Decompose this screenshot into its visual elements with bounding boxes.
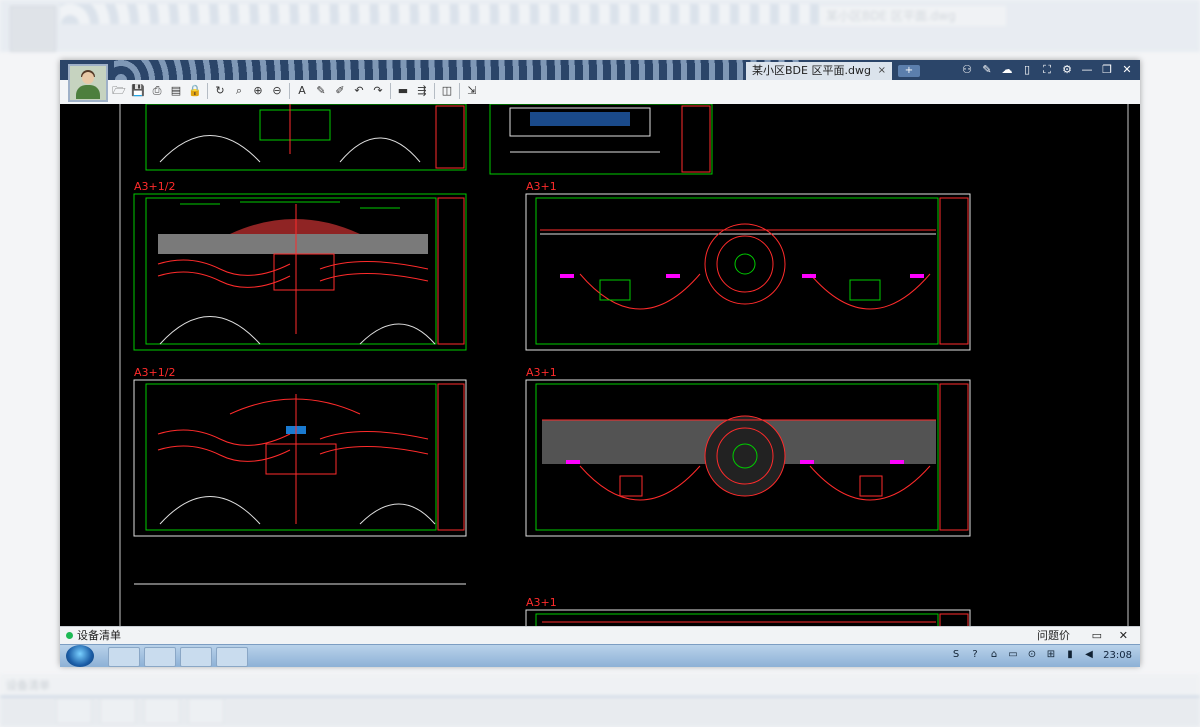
start-button[interactable] bbox=[66, 645, 94, 667]
network-icon[interactable]: ⌂ bbox=[987, 648, 1001, 662]
title-icons: ⚇ ✎ ☁ ▯ ⛶ ⚙ — ❐ ✕ bbox=[960, 62, 1134, 78]
layers-icon[interactable]: ◫ bbox=[440, 83, 454, 99]
chat-icon[interactable]: ☁ bbox=[1000, 62, 1014, 78]
taskbar-app-viewer[interactable] bbox=[216, 647, 248, 667]
taskbar-app-files[interactable] bbox=[144, 647, 176, 667]
edit-icon[interactable]: ✎ bbox=[980, 62, 994, 78]
chat-icon[interactable]: ▭ bbox=[1092, 627, 1102, 645]
measure-icon[interactable]: ▬ bbox=[396, 83, 410, 99]
redo-icon[interactable]: ↷ bbox=[371, 83, 385, 99]
sheet-row3-right bbox=[525, 609, 971, 626]
zoom-in-icon[interactable]: ⊕ bbox=[251, 83, 265, 99]
restore-icon[interactable]: ❐ bbox=[1100, 62, 1114, 78]
sheet-label-2: A3+1 bbox=[526, 180, 557, 193]
marker-icon[interactable]: ✐ bbox=[333, 83, 347, 99]
system-tray: S? ⌂ ▭ ⊙ ⊞ ▮ ◀ bbox=[949, 648, 1096, 662]
toolbar-separator bbox=[289, 83, 290, 99]
sheet-row1-right bbox=[525, 193, 971, 351]
taskbar-app-folder[interactable] bbox=[180, 647, 212, 667]
question-price-button[interactable]: 问题价 bbox=[1037, 627, 1070, 645]
taskbar: S? ⌂ ▭ ⊙ ⊞ ▮ ◀ 23:08 bbox=[60, 644, 1140, 667]
monitor-icon[interactable]: ▭ bbox=[1006, 648, 1020, 662]
undo-icon[interactable]: ↶ bbox=[352, 83, 366, 99]
bg-taskbar-button bbox=[188, 698, 224, 724]
sheet-label-5: A3+1 bbox=[526, 596, 557, 609]
toolbar-separator bbox=[434, 83, 435, 99]
dimension-icon[interactable]: ⇶ bbox=[415, 83, 429, 99]
title-bar: 某小区BDE 区平面.dwg × + ⚇ ✎ ☁ ▯ ⛶ ⚙ — ❐ ✕ bbox=[60, 60, 1140, 80]
bg-avatar bbox=[10, 6, 56, 52]
gear-icon[interactable]: ⚙ bbox=[1060, 62, 1074, 78]
close-icon[interactable]: ✕ bbox=[1120, 62, 1134, 78]
close-icon[interactable]: ✕ bbox=[1119, 627, 1128, 645]
sheet-row2-right bbox=[525, 379, 971, 537]
sogou-icon[interactable]: S bbox=[949, 648, 963, 662]
bg-taskbar-button bbox=[144, 698, 180, 724]
toolbar: 🗁 💾 ⎙ ▤ 🔒 ↻ ⌕ ⊕ ⊖ A ✎ ✐ ↶ ↷ ▬ ⇶ ◫ ⇲ bbox=[60, 80, 1140, 105]
phone-icon[interactable]: ▯ bbox=[1020, 62, 1034, 78]
toolbar-separator bbox=[459, 83, 460, 99]
rotate-icon[interactable]: ↻ bbox=[213, 83, 227, 99]
tab-close-icon[interactable]: × bbox=[878, 62, 886, 80]
toolbar-separator bbox=[390, 83, 391, 99]
text-icon[interactable]: A bbox=[295, 83, 309, 99]
add-tab-button[interactable]: + bbox=[898, 65, 920, 77]
status-dot-icon bbox=[66, 632, 73, 639]
export-icon[interactable]: ⇲ bbox=[465, 83, 479, 99]
pin-icon[interactable]: ⊞ bbox=[1044, 648, 1058, 662]
toolbar-separator bbox=[207, 83, 208, 99]
pdf-icon[interactable]: ▤ bbox=[169, 83, 183, 99]
help-icon[interactable]: ? bbox=[968, 648, 982, 662]
signal-icon[interactable]: ▮ bbox=[1063, 648, 1077, 662]
cad-viewer-window: 某小区BDE 区平面.dwg × + ⚇ ✎ ☁ ▯ ⛶ ⚙ — ❐ ✕ 🗁 💾 ⎙ ▤ 🔒 ↻ ⌕ ⊕ ⊖ A ✎… bbox=[60, 60, 1140, 667]
sheet-top-left bbox=[145, 104, 467, 171]
bg-taskbar bbox=[0, 696, 1200, 727]
print-icon[interactable]: ⎙ bbox=[150, 83, 164, 99]
toolbar-tools: 🗁 💾 ⎙ ▤ 🔒 ↻ ⌕ ⊕ ⊖ A ✎ ✐ ↶ ↷ ▬ ⇶ ◫ ⇲ bbox=[112, 83, 479, 99]
bg-status-label: 设备清单 bbox=[6, 679, 50, 692]
tab-strip-decoration bbox=[114, 60, 800, 80]
sheet-label-3: A3+1/2 bbox=[134, 366, 175, 379]
bg-doc-tab: 某小区BDE 区平面.dwg bbox=[820, 6, 1006, 26]
avatar[interactable] bbox=[68, 64, 108, 102]
minimize-icon[interactable]: — bbox=[1080, 62, 1094, 78]
status-bar: 设备清单 问题价 ▭ ✕ bbox=[60, 626, 1140, 645]
document-tab-title: 某小区BDE 区平面.dwg bbox=[752, 64, 871, 77]
lock-icon[interactable]: 🔒 bbox=[188, 83, 202, 99]
media-icon[interactable]: ⊙ bbox=[1025, 648, 1039, 662]
sheet-row2-left bbox=[133, 379, 467, 537]
drawing-canvas[interactable]: A3+1/2 A3+1 A3+1/2 A3+1 A3+1 bbox=[60, 104, 1140, 626]
sheet-label-1: A3+1/2 bbox=[134, 180, 175, 193]
volume-icon[interactable]: ◀ bbox=[1082, 648, 1096, 662]
zoom-window-icon[interactable]: ⌕ bbox=[232, 83, 246, 99]
bg-taskbar-button bbox=[56, 698, 92, 724]
save-icon[interactable]: 💾 bbox=[131, 83, 145, 99]
zoom-out-icon[interactable]: ⊖ bbox=[270, 83, 284, 99]
sheet-label-4: A3+1 bbox=[526, 366, 557, 379]
sheet-row1-left bbox=[133, 193, 467, 351]
taskbar-app-explorer[interactable] bbox=[108, 647, 140, 667]
sheet-top-right bbox=[489, 104, 713, 175]
open-icon[interactable]: 🗁 bbox=[112, 83, 126, 99]
cad-drawing: A3+1/2 A3+1 A3+1/2 A3+1 A3+1 bbox=[119, 104, 1129, 626]
bg-statusbar bbox=[0, 674, 1200, 696]
users-icon[interactable]: ⚇ bbox=[960, 62, 974, 78]
bg-tab-strip bbox=[60, 4, 820, 24]
pencil-icon[interactable]: ✎ bbox=[314, 83, 328, 99]
clock: 23:08 bbox=[1103, 650, 1132, 661]
document-tab[interactable]: 某小区BDE 区平面.dwg × bbox=[746, 62, 892, 80]
status-label[interactable]: 设备清单 bbox=[77, 627, 121, 645]
fullscreen-icon[interactable]: ⛶ bbox=[1040, 62, 1054, 78]
bg-taskbar-button bbox=[100, 698, 136, 724]
